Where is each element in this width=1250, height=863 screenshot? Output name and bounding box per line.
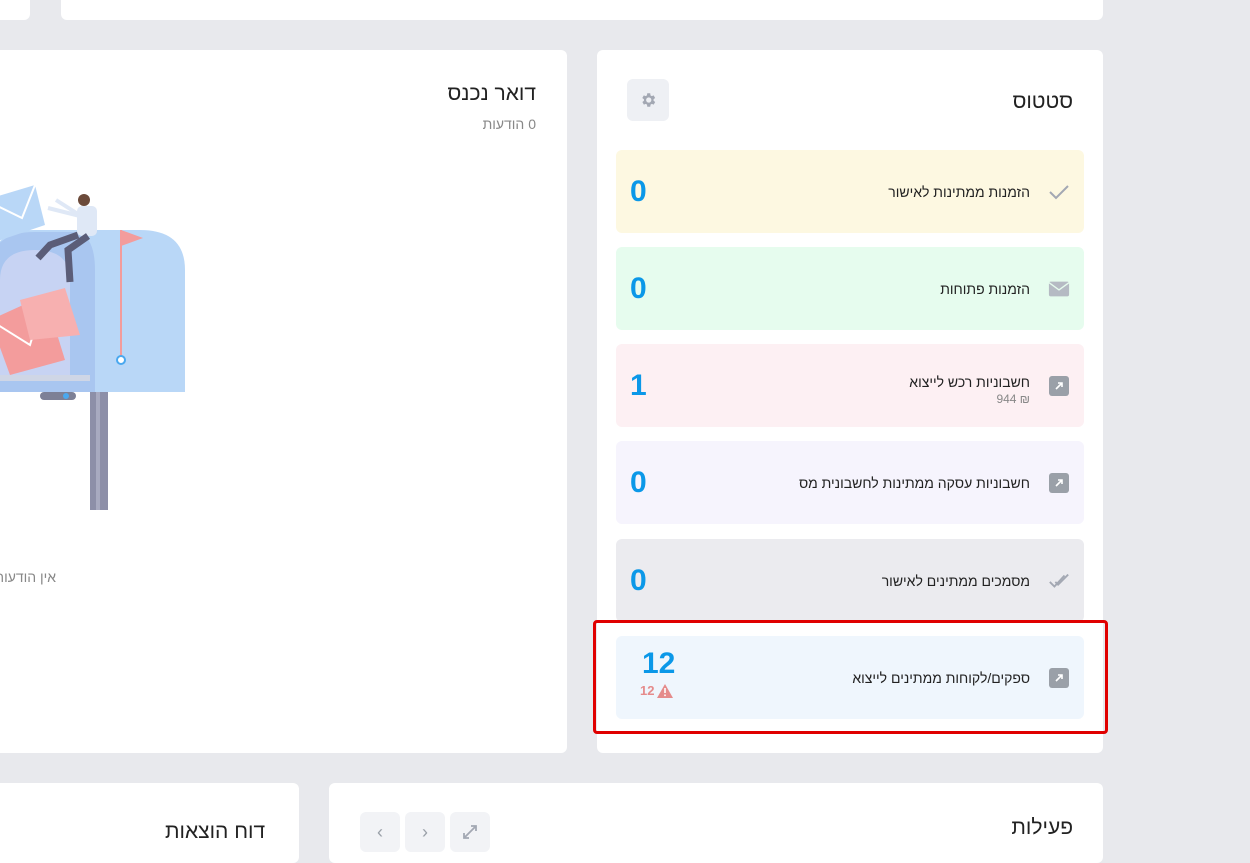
gear-icon — [642, 93, 656, 107]
status-item-value: 0 — [630, 271, 647, 305]
status-item-value: 1 — [630, 368, 647, 402]
no-messages-text: אין הודעות חדשות — [0, 569, 57, 585]
double-check-icon — [1048, 570, 1070, 592]
highlight-box — [593, 620, 1108, 734]
chevron-left-icon: ‹ — [377, 821, 383, 842]
status-item-purchase-invoices[interactable]: חשבוניות רכש לייצוא ₪ 944 1 — [616, 344, 1084, 427]
status-title: סטטוס — [1012, 90, 1073, 113]
status-item-label: חשבוניות עסקה ממתינות לחשבונית מס — [798, 474, 1030, 491]
expand-icon — [463, 825, 477, 839]
status-item-value: 0 — [630, 563, 647, 597]
status-item-transaction-invoices[interactable]: חשבוניות עסקה ממתינות לחשבונית מס 0 — [616, 441, 1084, 524]
status-item-documents-pending[interactable]: מסמכים ממתינים לאישור 0 — [616, 539, 1084, 622]
expand-button[interactable] — [450, 812, 490, 852]
check-icon — [1048, 181, 1070, 203]
status-item-label: הזמנות פתוחות — [940, 280, 1030, 297]
prev-button[interactable]: ‹ — [360, 812, 400, 852]
status-item-label: חשבוניות רכש לייצוא — [909, 374, 1030, 390]
status-item-orders-pending[interactable]: הזמנות ממתינות לאישור 0 — [616, 150, 1084, 233]
status-item-value: 0 — [630, 174, 647, 208]
status-item-amount: ₪ 944 — [996, 392, 1030, 406]
inbox-title: דואר נכנס — [447, 82, 536, 105]
top-card-main — [61, 0, 1103, 20]
activity-title: פעילות — [1011, 816, 1073, 839]
inbox-count: 0 הודעות — [482, 116, 536, 132]
export-icon — [1048, 375, 1070, 397]
export-icon — [1048, 472, 1070, 494]
status-item-value: 0 — [630, 465, 647, 499]
expense-report-title: דוח הוצאות — [165, 820, 266, 843]
settings-button[interactable] — [627, 79, 669, 121]
status-item-label: הזמנות ממתינות לאישור — [888, 183, 1030, 200]
inbox-card: אין הודעות חדשות — [0, 50, 567, 753]
status-item-open-orders[interactable]: הזמנות פתוחות 0 — [616, 247, 1084, 330]
activity-card — [329, 783, 1103, 863]
top-card-left — [0, 0, 30, 20]
chevron-right-icon: › — [422, 821, 428, 842]
envelope-icon — [1048, 278, 1070, 300]
mailbox-illustration — [0, 184, 185, 510]
next-button[interactable]: › — [405, 812, 445, 852]
status-item-label: מסמכים ממתינים לאישור — [881, 572, 1030, 589]
